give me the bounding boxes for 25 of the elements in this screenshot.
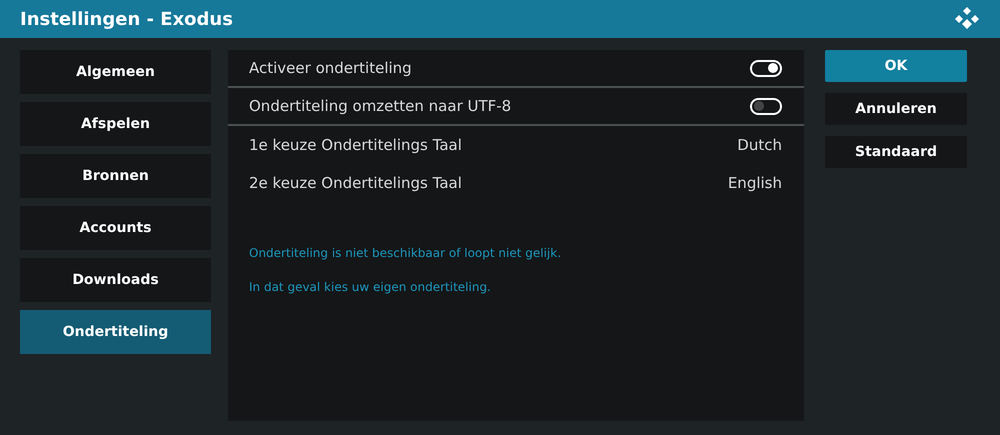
window-title: Instellingen - Exodus [20, 8, 233, 32]
setting-row[interactable]: Activeer ondertiteling [228, 50, 804, 88]
dialog-button[interactable]: Annuleren [825, 93, 967, 125]
category-tab[interactable]: Downloads [20, 258, 211, 302]
category-tab[interactable]: Ondertiteling [20, 310, 211, 354]
info-text: Ondertiteling is niet beschikbaar of loopt niet gelijk. [249, 245, 562, 262]
dialog-button[interactable]: Standaard [825, 136, 967, 168]
toggle-switch[interactable] [750, 98, 782, 114]
setting-label: Ondertiteling omzetten naar UTF-8 [249, 96, 512, 117]
setting-value: Dutch [737, 134, 782, 156]
setting-row[interactable]: 2e keuze Ondertitelings Taal English [228, 164, 804, 202]
category-tab[interactable]: Afspelen [20, 102, 211, 146]
setting-row[interactable]: Ondertiteling omzetten naar UTF-8 [228, 88, 804, 126]
dialog-button[interactable]: OK [825, 50, 967, 82]
toggle-switch[interactable] [750, 60, 782, 76]
category-tab[interactable]: Algemeen [20, 50, 211, 94]
category-tab[interactable]: Bronnen [20, 154, 211, 198]
logo-icon [954, 6, 980, 32]
setting-label: Activeer ondertiteling [249, 58, 412, 79]
setting-label: 2e keuze Ondertitelings Taal [249, 172, 462, 194]
setting-label: 1e keuze Ondertitelings Taal [249, 134, 462, 156]
setting-value: English [728, 172, 782, 194]
info-text: In dat geval kies uw eigen ondertiteling. [249, 279, 492, 296]
category-tab[interactable]: Accounts [20, 206, 211, 250]
setting-row[interactable]: 1e keuze Ondertitelings Taal Dutch [228, 126, 804, 164]
